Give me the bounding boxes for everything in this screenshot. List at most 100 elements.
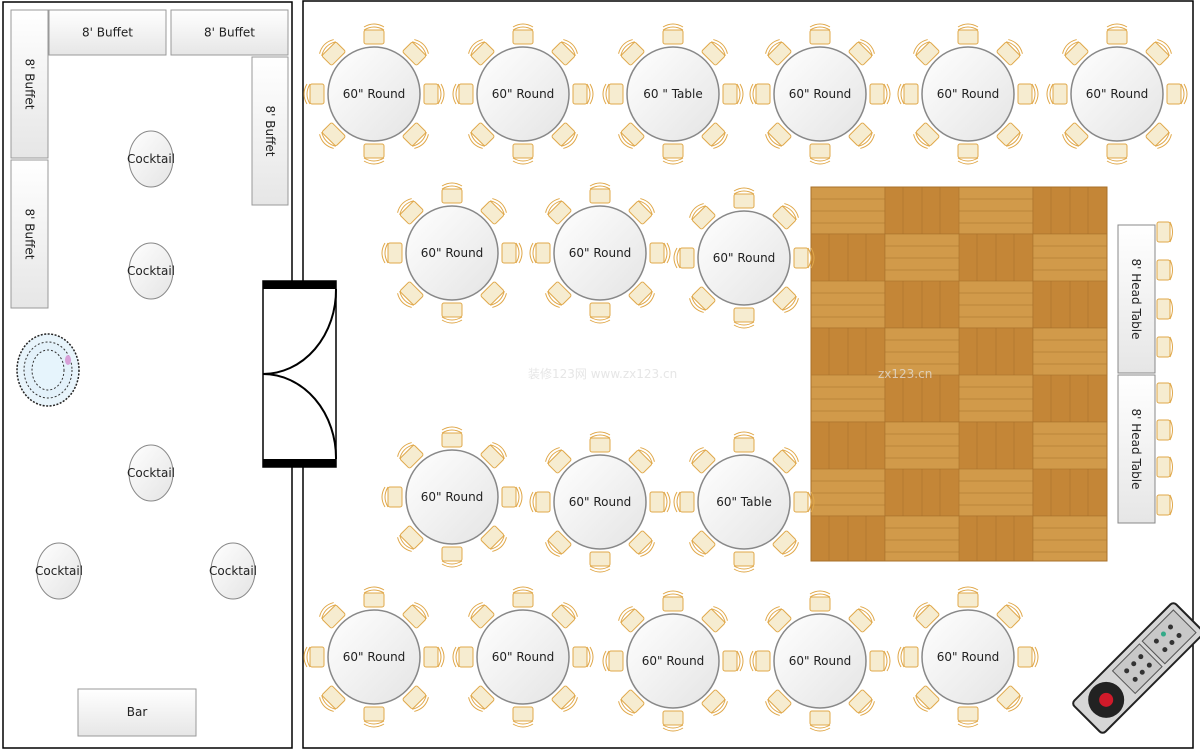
round-table[interactable]: 60" Round xyxy=(381,182,523,324)
chair-icon xyxy=(501,486,523,508)
round-table[interactable]: 60" Round xyxy=(529,431,671,573)
chair-icon xyxy=(381,486,403,508)
buffet-label: 8' Buffet xyxy=(263,106,277,157)
round-table[interactable]: 60" Round xyxy=(452,586,594,728)
cocktail-label: Cocktail xyxy=(127,264,175,278)
chair-icon xyxy=(1106,143,1128,165)
chair-icon xyxy=(733,431,755,453)
round-table[interactable]: 60" Round xyxy=(673,187,815,329)
table-label: 60" Round xyxy=(713,251,776,265)
chair-icon xyxy=(512,23,534,45)
buffet-table[interactable]: 8' Buffet xyxy=(251,56,289,206)
head-table[interactable]: 8' Head Table xyxy=(1117,224,1156,374)
chair-icon xyxy=(423,646,445,668)
chair-icon xyxy=(452,83,474,105)
table-label: 60" Round xyxy=(789,654,852,668)
chair-icon xyxy=(441,426,463,448)
table-label: 60" Round xyxy=(492,87,555,101)
table-label: 60" Round xyxy=(1086,87,1149,101)
chair-icon xyxy=(897,646,919,668)
round-table[interactable]: 60" Table xyxy=(673,431,815,573)
chair-icon xyxy=(1166,83,1188,105)
chair-icon xyxy=(1156,456,1173,478)
head-table-label: 8' Head Table xyxy=(1129,409,1143,490)
chair-icon xyxy=(381,242,403,264)
chair-icon xyxy=(572,83,594,105)
watermark-right: zx123.cn xyxy=(878,367,932,381)
round-table[interactable]: 60" Round xyxy=(529,182,671,324)
chair-icon xyxy=(673,247,695,269)
chair-icon xyxy=(529,491,551,513)
table-label: 60" Round xyxy=(642,654,705,668)
chair-icon xyxy=(441,546,463,568)
cocktail-label: Cocktail xyxy=(35,564,83,578)
chair-icon xyxy=(1156,298,1173,320)
chair-icon xyxy=(423,83,445,105)
round-table[interactable]: 60" Round xyxy=(602,590,744,732)
chair-icon xyxy=(897,83,919,105)
chair-icon xyxy=(957,143,979,165)
chair-icon xyxy=(589,302,611,324)
table-label: 60" Table xyxy=(716,495,772,509)
dj-console-icon xyxy=(1072,602,1200,734)
cocktail-label: Cocktail xyxy=(127,152,175,166)
table-label: 60" Round xyxy=(789,87,852,101)
cocktail-table[interactable]: Cocktail xyxy=(209,542,257,600)
bar[interactable]: Bar xyxy=(77,688,197,737)
round-table[interactable]: 60" Round xyxy=(897,23,1039,165)
cocktail-label: Cocktail xyxy=(127,466,175,480)
chair-icon xyxy=(452,646,474,668)
chair-icon xyxy=(1156,336,1173,358)
table-label: 60" Round xyxy=(343,650,406,664)
chair-icon xyxy=(869,83,891,105)
chair-icon xyxy=(733,187,755,209)
chair-icon xyxy=(363,586,385,608)
round-table[interactable]: 60" Round xyxy=(381,426,523,568)
chair-icon xyxy=(957,23,979,45)
chair-icon xyxy=(869,650,891,672)
chair-icon xyxy=(441,302,463,324)
round-table[interactable]: 60" Round xyxy=(452,23,594,165)
chair-icon xyxy=(1156,221,1173,243)
round-table[interactable]: 60" Round xyxy=(749,590,891,732)
chair-icon xyxy=(512,143,534,165)
chair-icon xyxy=(363,23,385,45)
chair-icon xyxy=(602,650,624,672)
round-table[interactable]: 60" Round xyxy=(897,586,1039,728)
table-label: 60" Round xyxy=(492,650,555,664)
double-door[interactable] xyxy=(262,280,338,468)
chair-icon xyxy=(749,83,771,105)
table-label: 60 " Table xyxy=(643,87,702,101)
round-table[interactable]: 60 " Table xyxy=(602,23,744,165)
chair-icon xyxy=(589,431,611,453)
buffet-table[interactable]: 8' Buffet xyxy=(170,9,289,56)
chair-icon xyxy=(1156,494,1173,516)
cocktail-table[interactable]: Cocktail xyxy=(127,444,175,502)
chair-icon xyxy=(673,491,695,513)
chair-icon xyxy=(529,242,551,264)
cocktail-table[interactable]: Cocktail xyxy=(127,130,175,188)
head-table-label: 8' Head Table xyxy=(1129,259,1143,340)
round-table[interactable]: 60" Round xyxy=(303,586,445,728)
buffet-table[interactable]: 8' Buffet xyxy=(10,9,49,159)
chair-icon xyxy=(809,590,831,612)
chair-icon xyxy=(512,706,534,728)
buffet-label: 8' Buffet xyxy=(23,209,37,260)
round-table[interactable]: 60" Round xyxy=(1046,23,1188,165)
chair-icon xyxy=(809,23,831,45)
chair-icon xyxy=(303,646,325,668)
chair-icon xyxy=(662,23,684,45)
chair-icon xyxy=(441,182,463,204)
chair-icon xyxy=(733,551,755,573)
cocktail-table[interactable]: Cocktail xyxy=(35,542,83,600)
chair-icon xyxy=(649,491,671,513)
table-label: 60" Round xyxy=(421,490,484,504)
head-table[interactable]: 8' Head Table xyxy=(1117,374,1156,524)
buffet-table[interactable]: 8' Buffet xyxy=(10,159,49,309)
chair-icon xyxy=(1106,23,1128,45)
chair-icon xyxy=(957,706,979,728)
buffet-table[interactable]: 8' Buffet xyxy=(48,9,167,56)
cocktail-table[interactable]: Cocktail xyxy=(127,242,175,300)
round-table[interactable]: 60" Round xyxy=(303,23,445,165)
round-table[interactable]: 60" Round xyxy=(749,23,891,165)
